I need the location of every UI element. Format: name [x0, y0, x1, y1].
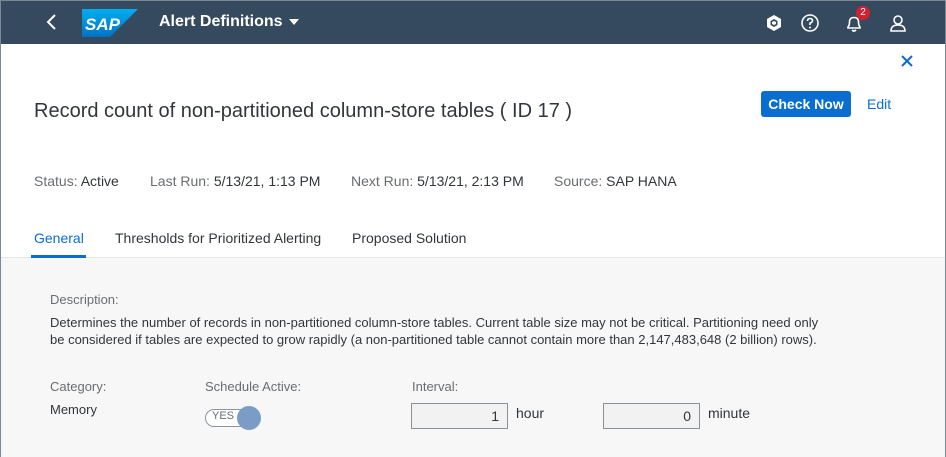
next-run-label: Next Run:	[351, 173, 414, 189]
tab-thresholds[interactable]: Thresholds for Prioritized Alerting	[115, 230, 321, 246]
last-run-attribute: Last Run: 5/13/21, 1:13 PM	[150, 173, 320, 189]
back-icon[interactable]	[41, 11, 63, 33]
description-line-2: be considered if tables are expected to …	[50, 332, 817, 347]
schedule-active-label: Schedule Active:	[205, 379, 302, 394]
schedule-active-switch[interactable]: YES	[205, 406, 263, 430]
source-attribute: Source: SAP HANA	[554, 173, 677, 189]
last-run-label: Last Run:	[150, 173, 210, 189]
next-run-attribute: Next Run: 5/13/21, 2:13 PM	[351, 173, 524, 189]
sap-logo-text: SAP	[85, 15, 121, 34]
interval-label: Interval:	[412, 379, 459, 394]
category-value: Memory	[50, 402, 97, 417]
switch-knob	[237, 406, 261, 430]
check-now-button[interactable]: Check Now	[761, 91, 851, 117]
description-label: Description:	[50, 292, 119, 307]
source-label: Source:	[554, 173, 603, 189]
page-title: Record count of non-partitioned column-s…	[34, 100, 573, 122]
help-icon[interactable]	[799, 12, 821, 34]
tab-general[interactable]: General	[34, 230, 84, 246]
general-section: Description: Determines the number of re…	[1, 258, 945, 457]
edit-button[interactable]: Edit	[867, 96, 891, 112]
last-run-value: 5/13/21, 1:13 PM	[213, 173, 321, 189]
switch-state-text: YES	[212, 410, 235, 422]
interval-hours-input[interactable]: 1	[411, 403, 508, 429]
notification-badge: 2	[856, 6, 870, 20]
hana-cube-icon[interactable]	[763, 12, 785, 34]
next-run-value: 5/13/21, 2:13 PM	[417, 173, 524, 189]
shell-bar: SAP Alert Definitions 2	[1, 1, 945, 44]
source-value: SAP HANA	[606, 173, 677, 189]
close-icon[interactable]	[897, 51, 917, 71]
status-value: Active	[80, 173, 119, 189]
minutes-unit: minute	[708, 405, 751, 421]
status-label: Status:	[34, 173, 78, 189]
category-label: Category:	[50, 379, 107, 394]
sap-logo[interactable]: SAP	[82, 9, 138, 37]
tab-bar: General Thresholds for Prioritized Alert…	[1, 223, 945, 258]
description-line-1: Determines the number of records in non-…	[50, 315, 819, 330]
interval-minutes-input[interactable]: 0	[603, 403, 700, 429]
caret-down-icon	[288, 19, 299, 25]
status-attribute: Status: Active	[34, 173, 119, 189]
hours-unit: hour	[516, 405, 545, 421]
tab-proposed-solution[interactable]: Proposed Solution	[352, 230, 466, 246]
app-title: Alert Definitions	[159, 13, 283, 30]
app-title-menu[interactable]: Alert Definitions	[159, 13, 299, 31]
user-icon[interactable]	[887, 12, 909, 34]
